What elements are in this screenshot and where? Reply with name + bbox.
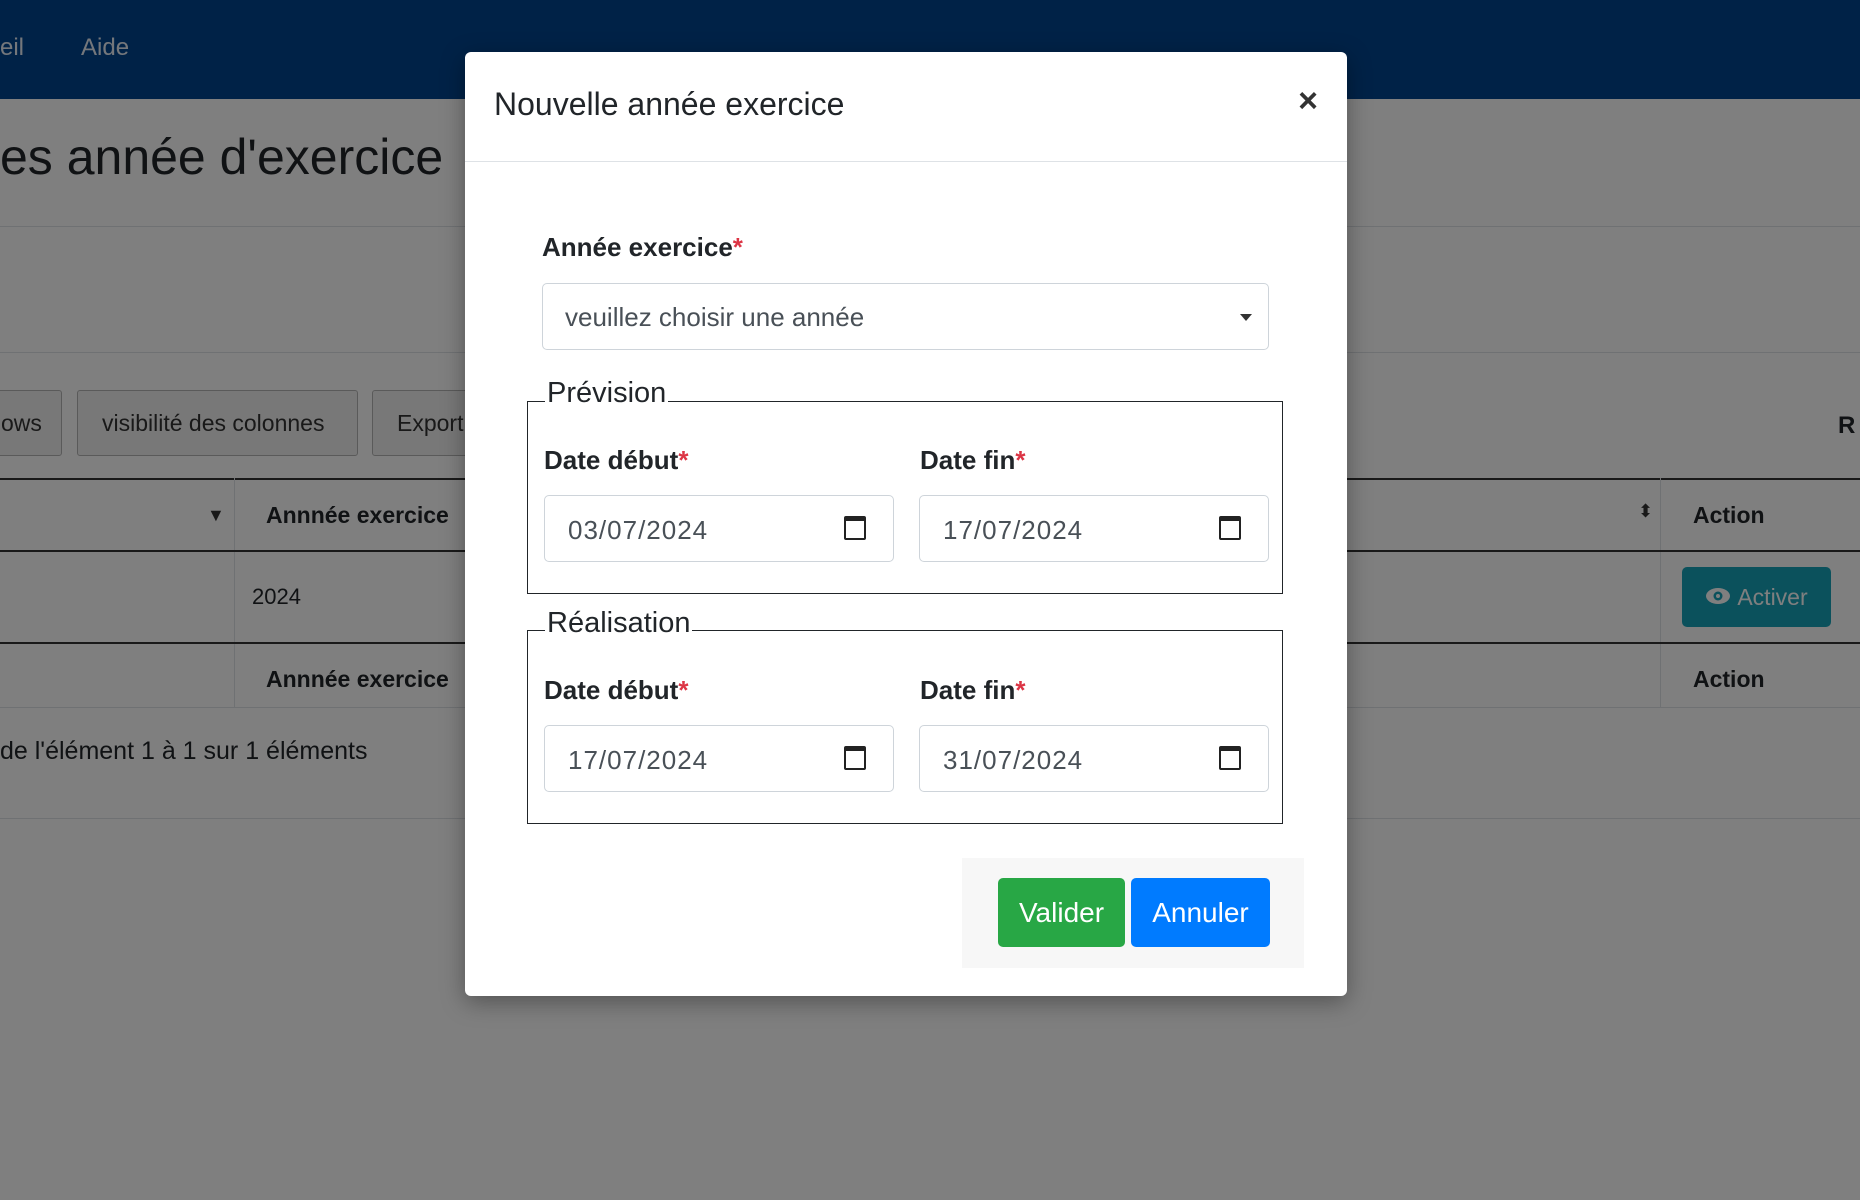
realisation-debut-label-text: Date début: [544, 675, 679, 705]
realisation-date-fin-input[interactable]: 31/07/2024: [919, 725, 1269, 792]
prevision-fin-label-text: Date fin: [920, 445, 1016, 475]
realisation-fin-label-text: Date fin: [920, 675, 1016, 705]
valider-button[interactable]: Valider: [998, 878, 1125, 947]
prevision-date-debut-input[interactable]: 03/07/2024: [544, 495, 894, 562]
required-mark: *: [1015, 445, 1026, 475]
prevision-fin-label: Date fin*: [920, 445, 1025, 476]
prevision-date-fin-input[interactable]: 17/07/2024: [919, 495, 1269, 562]
prevision-debut-label-text: Date début: [544, 445, 679, 475]
realisation-date-debut-input[interactable]: 17/07/2024: [544, 725, 894, 792]
prevision-fin-value: 17/07/2024: [943, 515, 1084, 545]
required-mark: *: [1015, 675, 1026, 705]
prevision-legend: Prévision: [545, 377, 669, 410]
new-year-modal: Nouvelle année exercice × Année exercice…: [465, 52, 1347, 996]
annee-exercice-select[interactable]: veuillez choisir une année: [542, 283, 1269, 350]
annuler-button[interactable]: Annuler: [1131, 878, 1270, 947]
calendar-icon[interactable]: [844, 746, 866, 770]
required-mark: *: [678, 445, 689, 475]
calendar-icon[interactable]: [1219, 746, 1241, 770]
close-icon[interactable]: ×: [1291, 82, 1325, 120]
realisation-legend: Réalisation: [545, 607, 693, 640]
calendar-icon[interactable]: [844, 516, 866, 540]
annee-exercice-label: Année exercice*: [542, 232, 743, 263]
prevision-debut-label: Date début*: [544, 445, 688, 476]
required-mark: *: [732, 232, 743, 262]
realisation-debut-label: Date début*: [544, 675, 688, 706]
required-mark: *: [678, 675, 689, 705]
realisation-fin-label: Date fin*: [920, 675, 1025, 706]
calendar-icon[interactable]: [1219, 516, 1241, 540]
chevron-down-icon: [1240, 314, 1252, 321]
prevision-debut-value: 03/07/2024: [568, 515, 709, 545]
realisation-debut-value: 17/07/2024: [568, 745, 709, 775]
modal-header: Nouvelle année exercice ×: [465, 52, 1347, 162]
modal-title: Nouvelle année exercice: [494, 86, 845, 122]
realisation-fin-value: 31/07/2024: [943, 745, 1084, 775]
annee-label-text: Année exercice: [542, 232, 733, 262]
annee-select-value: veuillez choisir une année: [565, 302, 865, 332]
